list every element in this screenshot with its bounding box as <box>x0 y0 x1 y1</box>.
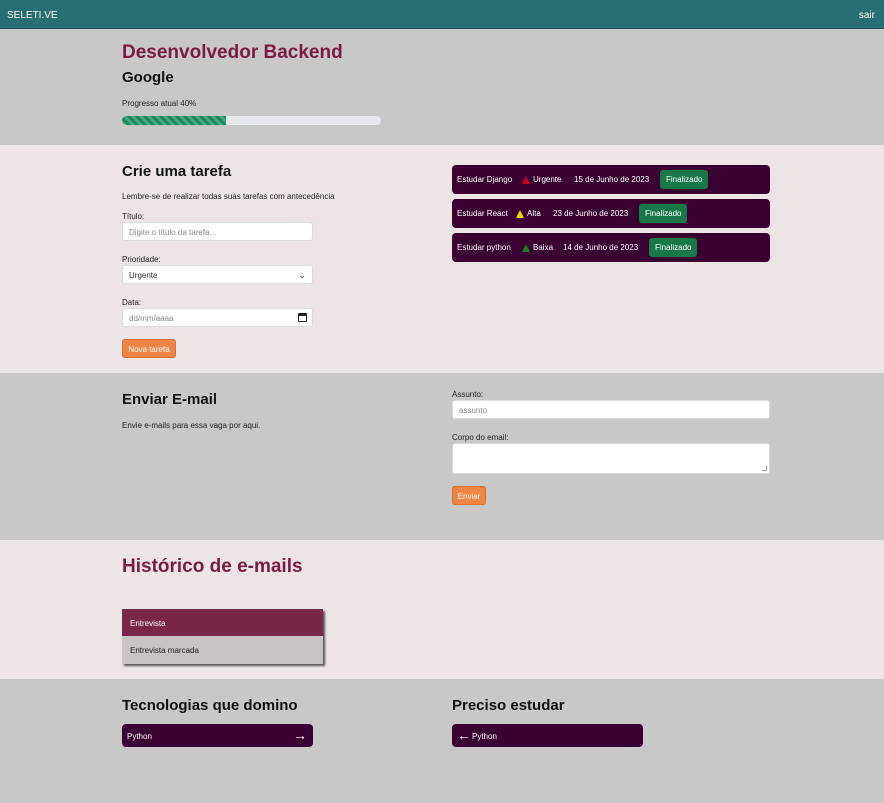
finish-task-button[interactable]: Finalizado <box>639 204 688 223</box>
arrow-right-icon[interactable]: → <box>293 727 307 743</box>
finish-task-button[interactable]: Finalizado <box>649 238 698 257</box>
task-date: 23 de Junho de 2023 <box>553 209 629 218</box>
logout-link[interactable]: sair <box>859 10 875 21</box>
priority-high-icon <box>516 210 524 218</box>
company-name: Google <box>122 69 174 86</box>
priority-select[interactable]: Urgente ⌄ <box>122 265 313 284</box>
job-title: Desenvolvedor Backend <box>122 42 343 63</box>
resize-handle-icon[interactable] <box>762 466 767 471</box>
new-task-button[interactable]: Nova tarefa <box>122 339 176 358</box>
tech-name: Python <box>472 732 497 741</box>
progress-bar <box>122 116 381 125</box>
history-email-subject[interactable]: Entrevista <box>122 609 323 636</box>
email-body-label: Corpo do email: <box>452 433 509 442</box>
email-body-textarea[interactable] <box>452 443 770 474</box>
task-form-title: Crie uma tarefa <box>122 163 232 180</box>
task-item: Estudar python Baixa 14 de Junho de 2023… <box>452 233 770 262</box>
email-title: Enviar E-mail <box>122 391 218 408</box>
history-email-body: Entrevista marcada <box>122 636 323 664</box>
tech-name: Python <box>127 732 152 741</box>
known-tech-item[interactable]: Python → <box>122 724 313 747</box>
task-date: 15 de Junho de 2023 <box>574 175 650 184</box>
send-email-button[interactable]: Enviar <box>452 486 486 505</box>
progress-bar-fill <box>122 116 226 125</box>
calendar-icon[interactable] <box>298 313 307 322</box>
task-title-input[interactable]: Digite o título da tarefa... <box>122 222 313 241</box>
date-placeholder: dd/mm/aaaa <box>129 314 174 323</box>
task-date: 14 de Junho de 2023 <box>563 243 639 252</box>
task-item: Estudar Django Urgente 15 de Junho de 20… <box>452 165 770 194</box>
finish-task-button[interactable]: Finalizado <box>660 170 709 189</box>
history-title: Histórico de e-mails <box>122 556 303 577</box>
priority-urgent-icon <box>522 176 530 184</box>
progress-label: Progresso atual 40% <box>122 99 197 108</box>
history-email-card[interactable]: Entrevista Entrevista marcada <box>122 609 323 664</box>
priority-selected-value: Urgente <box>129 271 158 280</box>
priority-low-icon <box>522 244 530 252</box>
study-tech-title: Preciso estudar <box>452 697 565 714</box>
date-input[interactable]: dd/mm/aaaa <box>122 308 313 327</box>
task-name: Estudar Django <box>457 175 513 184</box>
chevron-down-icon: ⌄ <box>298 270 306 280</box>
priority-label: Prioridade: <box>122 255 161 264</box>
task-title-label: Título: <box>122 212 145 221</box>
task-item: Estudar React Alta 23 de Junho de 2023 F… <box>452 199 770 228</box>
brand-logo[interactable]: SELETI.VE <box>7 10 58 21</box>
task-priority: Baixa <box>533 243 554 252</box>
subject-label: Assunto: <box>452 390 484 399</box>
email-subtitle: Envie e-mails para essa vaga por aqui. <box>122 421 261 430</box>
task-name: Estudar React <box>457 209 508 218</box>
subject-input[interactable]: assunto <box>452 400 770 419</box>
task-priority: Urgente <box>533 175 562 184</box>
study-tech-item[interactable]: ← Python <box>452 724 643 747</box>
date-label: Data: <box>122 298 142 307</box>
task-name: Estudar python <box>457 243 511 252</box>
task-priority: Alta <box>527 209 541 218</box>
known-tech-title: Tecnologias que domino <box>122 697 298 714</box>
navbar: SELETI.VE sair <box>0 0 884 29</box>
arrow-left-icon[interactable]: ← <box>457 727 471 743</box>
task-form-subtitle: Lembre-se de realizar todas suas tarefas… <box>122 192 335 201</box>
